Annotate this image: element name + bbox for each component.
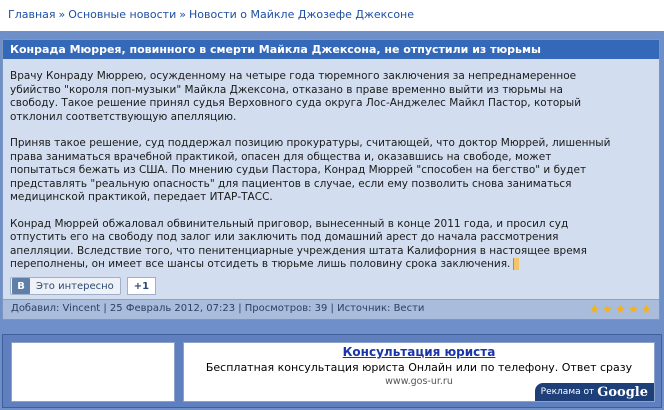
share-bar: B Это интересно +1 [10,276,157,296]
article-body: Врачу Конраду Мюррею, осужденному на чет… [10,70,632,272]
article-paragraph-2: Приняв такое решение, суд поддержал пози… [10,137,611,203]
rating-stars[interactable]: ★ ★ ★ ★ ★ [588,303,653,315]
ad-block: Консультация юриста Бесплатная консульта… [2,334,662,408]
vk-like-button[interactable]: B Это интересно [10,277,121,295]
breadcrumb-separator: » [58,8,66,21]
star-icon[interactable]: ★ [615,303,627,315]
star-icon[interactable]: ★ [602,303,614,315]
vk-logo-icon: B [12,278,30,294]
breadcrumb-home[interactable]: Главная [8,8,56,21]
breadcrumb: Главная» Основные новости» Новости о Майкл… [0,0,664,31]
ad-description: Бесплатная консультация юриста Онлайн ил… [205,361,633,374]
ads-by-google[interactable]: Реклама от Google [534,383,654,401]
star-icon[interactable]: ★ [641,303,653,315]
news-article: Конрада Мюррея, повинного в смерти Майкл… [2,39,660,320]
article-paragraph-1: Врачу Конраду Мюррею, осужденному на чет… [10,70,582,123]
vk-like-label: Это интересно [36,280,114,292]
breadcrumb-separator: » [179,8,186,21]
text-end-marker-icon [513,258,520,270]
article-footer: Добавил: Vincent | 25 Февраль 2012, 07:2… [3,299,659,319]
article-title: Конрада Мюррея, повинного в смерти Майкл… [3,40,659,59]
article-paragraph-3: Конрад Мюррей обжаловал обвинительный пр… [10,217,587,270]
star-icon[interactable]: ★ [589,303,601,315]
google-logo-icon: Google [597,384,648,400]
breadcrumb-mj-news[interactable]: Новости о Майкле Джозефе Джексоне [189,8,414,21]
ad-left-panel [11,342,175,402]
ads-by-label: Реклама от [540,387,595,397]
ad-title-link[interactable]: Консультация юриста [184,345,654,359]
star-icon[interactable]: ★ [628,303,640,315]
ad-main-panel[interactable]: Консультация юриста Бесплатная консульта… [183,342,655,402]
article-meta: Добавил: Vincent | 25 Февраль 2012, 07:2… [11,303,425,314]
plus-one-button[interactable]: +1 [126,277,157,295]
breadcrumb-main-news[interactable]: Основные новости [68,8,176,21]
